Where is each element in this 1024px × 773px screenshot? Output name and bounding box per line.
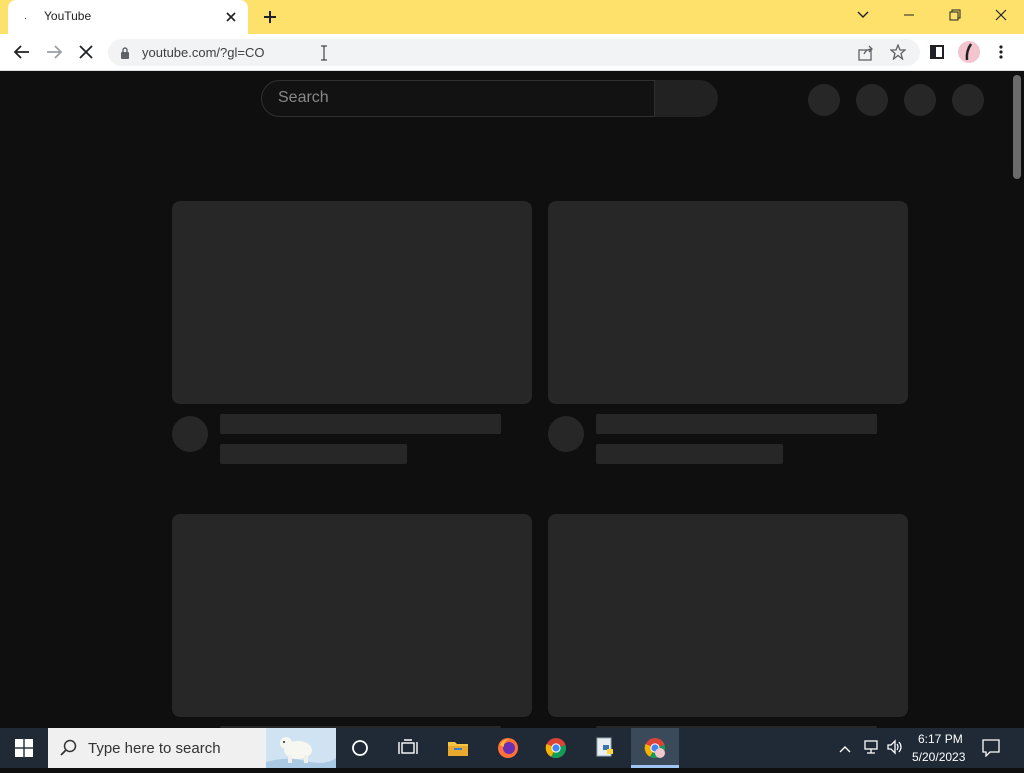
lock-icon[interactable] <box>120 46 130 64</box>
channel-avatar-placeholder <box>548 416 584 452</box>
taskbar-search-placeholder: Type here to search <box>88 740 221 757</box>
header-button-placeholder[interactable] <box>904 84 936 116</box>
video-thumbnail-placeholder[interactable] <box>172 201 532 404</box>
show-hidden-icons-chevron-icon[interactable] <box>838 741 852 759</box>
video-thumbnail-placeholder[interactable] <box>548 201 908 404</box>
share-icon[interactable] <box>858 45 874 66</box>
search-placeholder: Search <box>278 89 329 106</box>
video-title-placeholder <box>220 414 501 434</box>
restore-button[interactable] <box>932 0 978 30</box>
minimize-button[interactable] <box>886 0 932 30</box>
tab-favicon-icon: . <box>24 11 27 22</box>
cortana-icon[interactable] <box>336 728 384 768</box>
close-tab-icon[interactable] <box>222 8 240 26</box>
chrome-icon[interactable] <box>532 728 580 768</box>
header-button-placeholder[interactable] <box>856 84 888 116</box>
forward-arrow-icon[interactable] <box>42 40 66 64</box>
network-icon[interactable] <box>862 739 880 760</box>
windows-start-icon[interactable] <box>0 728 48 768</box>
taskbar-clock-time[interactable]: 6:17 PM <box>918 732 963 746</box>
firefox-icon[interactable] <box>484 728 532 768</box>
tab-search-chevron-icon[interactable] <box>840 0 886 30</box>
notifications-icon[interactable] <box>982 739 1000 762</box>
video-thumbnail-placeholder[interactable] <box>548 514 908 717</box>
side-panel-icon[interactable] <box>930 45 944 64</box>
chrome-active-window-icon[interactable] <box>631 728 679 768</box>
profile-avatar[interactable] <box>958 41 980 63</box>
bookmark-star-icon[interactable] <box>889 43 907 65</box>
tab-title: YouTube <box>44 9 92 23</box>
file-explorer-icon[interactable] <box>434 728 482 768</box>
video-meta-placeholder <box>596 444 783 464</box>
text-cursor-icon <box>320 45 328 66</box>
volume-icon[interactable] <box>886 739 904 760</box>
url-text[interactable]: youtube.com/?gl=CO <box>142 45 264 60</box>
close-window-button[interactable] <box>978 0 1024 30</box>
stop-loading-icon[interactable] <box>74 40 98 64</box>
scrollbar-thumb[interactable] <box>1013 75 1021 179</box>
search-icon <box>60 739 78 762</box>
taskbar-clock-date[interactable]: 5/20/2023 <box>912 750 965 764</box>
task-view-icon[interactable] <box>384 728 432 768</box>
header-button-placeholder[interactable] <box>952 84 984 116</box>
video-thumbnail-placeholder[interactable] <box>172 514 532 717</box>
channel-avatar-placeholder <box>172 416 208 452</box>
polar-bear-search-highlight-icon <box>266 728 336 768</box>
python-file-icon[interactable] <box>582 728 630 768</box>
chrome-menu-icon[interactable] <box>998 44 1004 65</box>
video-meta-placeholder <box>220 444 407 464</box>
search-button[interactable] <box>655 80 718 117</box>
video-title-placeholder <box>596 414 877 434</box>
new-tab-button[interactable] <box>260 7 280 27</box>
back-arrow-icon[interactable] <box>10 40 34 64</box>
header-button-placeholder[interactable] <box>808 84 840 116</box>
